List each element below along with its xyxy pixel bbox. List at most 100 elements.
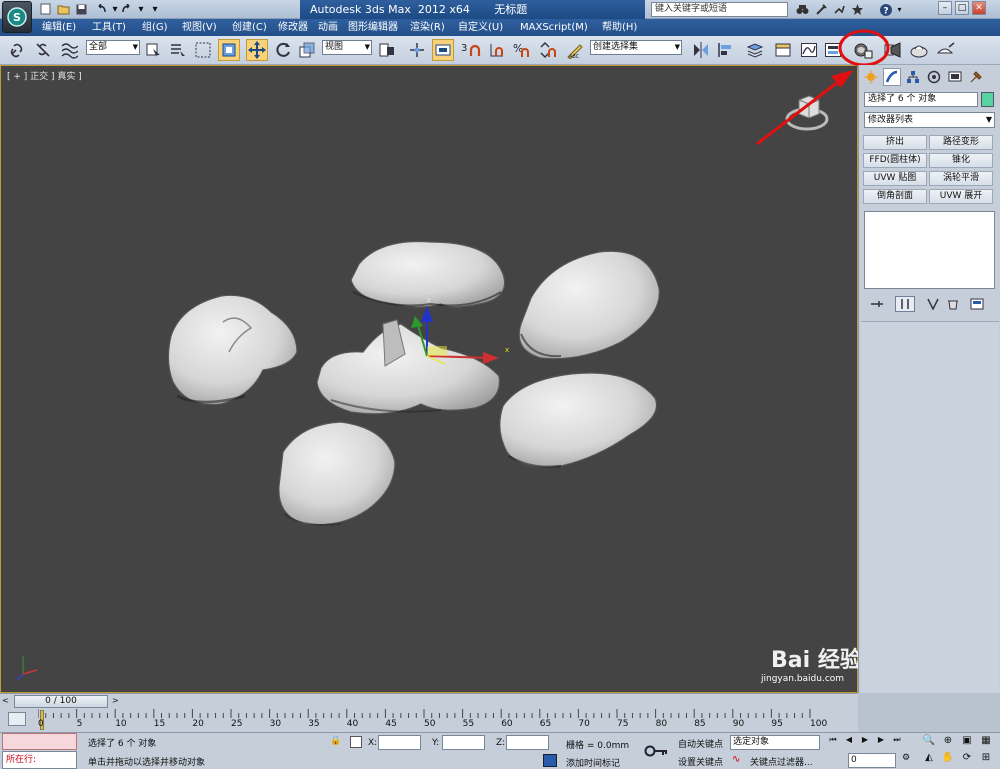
- selection-lock-icon[interactable]: 🔒: [330, 736, 341, 746]
- maximize-button[interactable]: □: [955, 1, 969, 15]
- render-production-icon[interactable]: [934, 39, 956, 61]
- modifier-button-turbosmooth[interactable]: 涡轮平滑: [929, 171, 993, 186]
- redo-icon[interactable]: [120, 2, 134, 16]
- rock-mesh-top-right[interactable]: [518, 250, 660, 360]
- unlink-icon[interactable]: [32, 39, 54, 61]
- select-and-scale-icon[interactable]: [296, 39, 318, 61]
- time-slider-next-icon[interactable]: >: [112, 696, 119, 705]
- modifier-button-taper[interactable]: 锥化: [929, 153, 993, 168]
- display-tab-icon[interactable]: [946, 68, 964, 86]
- named-selection-sets-dropdown[interactable]: 创建选择集: [590, 40, 682, 55]
- utilities-tab-icon[interactable]: [967, 68, 985, 86]
- maxscript-listener-mini[interactable]: [2, 733, 77, 750]
- save-icon[interactable]: [74, 2, 88, 16]
- select-by-name-icon[interactable]: [166, 39, 188, 61]
- menu-animation[interactable]: 动画: [318, 21, 338, 34]
- selection-filter-dropdown[interactable]: 全部: [86, 40, 140, 55]
- help-dropdown-icon[interactable]: ▾: [892, 2, 907, 17]
- rock-mesh-bottom-left[interactable]: [278, 421, 396, 526]
- rock-mesh-left[interactable]: [167, 294, 298, 406]
- remove-modifier-icon[interactable]: [943, 296, 963, 312]
- favorites-star-icon[interactable]: [850, 2, 865, 17]
- menu-modifiers[interactable]: 修改器: [278, 21, 308, 34]
- viewcube[interactable]: [785, 95, 829, 131]
- bind-to-space-warp-icon[interactable]: [58, 39, 80, 61]
- time-slider-handle[interactable]: 0 / 100: [14, 695, 108, 708]
- close-button[interactable]: ✕: [972, 1, 986, 15]
- zoom-all-icon[interactable]: ⊕: [939, 735, 957, 751]
- select-object-icon[interactable]: [142, 39, 164, 61]
- modifier-button-unwrap-uvw[interactable]: UVW 展开: [929, 189, 993, 204]
- go-to-start-icon[interactable]: ⏮: [826, 735, 840, 749]
- menu-edit[interactable]: 编辑(E): [42, 21, 76, 34]
- modifier-stack[interactable]: [864, 211, 995, 289]
- zoom-extents-icon[interactable]: ▣: [958, 735, 976, 751]
- menu-group[interactable]: 组(G): [142, 21, 168, 34]
- menu-create[interactable]: 创建(C): [232, 21, 267, 34]
- rock-mesh-bottom-right[interactable]: [499, 372, 658, 469]
- configure-modifier-sets-icon[interactable]: [967, 296, 987, 312]
- modifier-button-extrude[interactable]: 挤出: [863, 135, 927, 150]
- play-icon[interactable]: ▶: [858, 735, 872, 749]
- search-input[interactable]: 键入关键字或短语: [651, 2, 788, 17]
- orbit-icon[interactable]: ⟳: [958, 752, 976, 768]
- time-slider-prev-icon[interactable]: <: [2, 696, 9, 705]
- graphite-modeling-tools-icon[interactable]: [772, 39, 794, 61]
- rendered-frame-window-icon[interactable]: [908, 39, 930, 61]
- window-crossing-icon[interactable]: [218, 39, 240, 61]
- modifier-button-path-deform[interactable]: 路径变形: [929, 135, 993, 150]
- time-config-icon[interactable]: ⚙: [902, 753, 910, 763]
- menu-graph-editors[interactable]: 图形编辑器: [348, 21, 398, 34]
- running-label[interactable]: 所在行:: [2, 751, 77, 769]
- show-end-result-icon[interactable]: [895, 296, 915, 312]
- menu-views[interactable]: 视图(V): [182, 21, 217, 34]
- set-key-big-icon[interactable]: [640, 735, 672, 767]
- zoom-icon[interactable]: 🔍: [920, 735, 938, 751]
- key-filters-button[interactable]: 关键点过滤器...: [750, 755, 813, 768]
- keyboard-shortcut-override-icon[interactable]: [432, 39, 454, 61]
- zoom-extents-all-icon[interactable]: ▦: [977, 735, 995, 751]
- set-key-button[interactable]: 设置关键点: [678, 755, 723, 768]
- next-frame-icon[interactable]: ▶: [874, 735, 888, 749]
- create-tab-icon[interactable]: [862, 68, 880, 86]
- percent-snap-icon[interactable]: %: [510, 39, 532, 61]
- open-file-icon[interactable]: [56, 2, 70, 16]
- add-time-tag-icon[interactable]: [543, 754, 557, 767]
- communication-center-icon[interactable]: [832, 2, 847, 17]
- auto-key-button[interactable]: 自动关键点: [678, 737, 723, 750]
- undo-icon[interactable]: [94, 2, 108, 16]
- binoculars-icon[interactable]: [795, 2, 810, 17]
- mirror-icon[interactable]: [690, 39, 712, 61]
- current-frame-field[interactable]: 0: [848, 753, 896, 768]
- customize-quick-access-icon[interactable]: ▾: [148, 2, 162, 16]
- modifier-button-uvw-map[interactable]: UVW 贴图: [863, 171, 927, 186]
- add-time-tag-text[interactable]: 添加时间标记: [566, 756, 620, 769]
- go-to-end-icon[interactable]: ⏭: [890, 735, 904, 749]
- field-of-view-icon[interactable]: ◭: [920, 752, 938, 768]
- modifier-button-ffd-cylinder[interactable]: FFD(圆柱体): [863, 153, 927, 168]
- menu-rendering[interactable]: 渲染(R): [410, 21, 445, 34]
- x-coord-field[interactable]: [378, 735, 421, 750]
- curve-editor-icon[interactable]: [798, 39, 820, 61]
- edit-named-selection-icon[interactable]: ABC: [564, 39, 586, 61]
- absolute-mode-icon[interactable]: [350, 736, 362, 748]
- object-name-field[interactable]: 选择了 6 个 对象: [864, 92, 978, 107]
- rock-mesh-center[interactable]: [316, 319, 501, 415]
- rectangular-selection-region-icon[interactable]: [192, 39, 214, 61]
- z-coord-field[interactable]: [506, 735, 549, 750]
- menu-help[interactable]: 帮助(H): [602, 21, 637, 34]
- redo-dropdown-icon[interactable]: ▾: [134, 2, 148, 16]
- perspective-viewport[interactable]: [ + ] 正交 ] 真实 ] x z jingyan.baidu.com Ba…: [0, 65, 862, 693]
- help-icon[interactable]: ?: [878, 2, 893, 17]
- make-unique-icon[interactable]: [923, 296, 943, 312]
- snaps-toggle-icon[interactable]: 3: [460, 39, 482, 61]
- angle-snap-icon[interactable]: [486, 39, 508, 61]
- select-and-rotate-icon[interactable]: [272, 39, 294, 61]
- menu-customize[interactable]: 自定义(U): [458, 21, 503, 34]
- previous-frame-icon[interactable]: ◀: [842, 735, 856, 749]
- pan-view-icon[interactable]: ✋: [939, 752, 957, 768]
- align-icon[interactable]: [714, 39, 736, 61]
- new-file-icon[interactable]: [38, 2, 52, 16]
- select-and-move-icon[interactable]: [246, 39, 268, 61]
- menu-maxscript[interactable]: MAXScript(M): [520, 21, 588, 34]
